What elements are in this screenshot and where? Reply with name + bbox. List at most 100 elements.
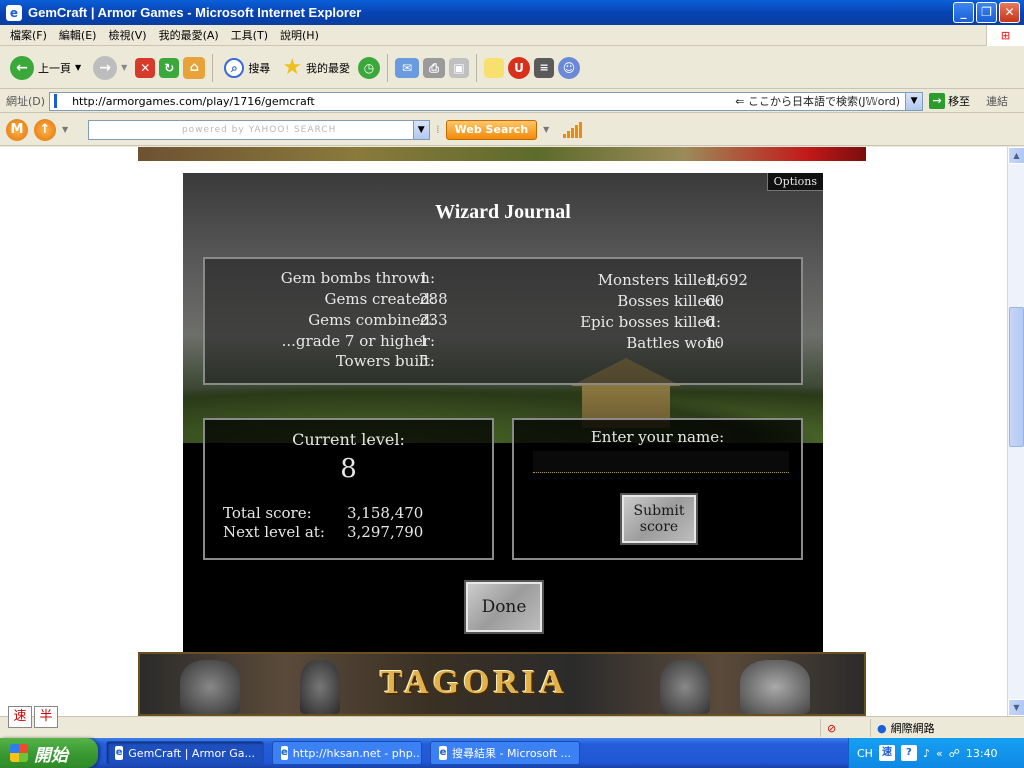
messenger-icon[interactable]: U: [508, 56, 531, 79]
refresh-icon[interactable]: ↻: [159, 57, 180, 78]
go-label: 移至: [948, 95, 971, 108]
taskbar-item-search[interactable]: e 搜尋結果 - Microsoft ...: [430, 741, 580, 765]
scrollbar-thumb[interactable]: [1009, 307, 1024, 447]
globe-icon: ●: [877, 721, 887, 735]
chevron-down-icon[interactable]: ▼: [413, 120, 430, 139]
expand-tray-icon[interactable]: «: [936, 747, 943, 760]
restore-button[interactable]: ❐: [976, 2, 997, 23]
edit-icon[interactable]: ▣: [449, 57, 470, 78]
submit-score-button[interactable]: Submit score: [620, 493, 698, 545]
language-indicator[interactable]: CH: [857, 747, 873, 760]
yahoo-toolbar: M ↑ ▼ powered by YAHOO! SEARCH ▼ ⁞ Web S…: [0, 114, 1024, 146]
ime-quick-icon[interactable]: 速: [8, 706, 32, 728]
menu-favorites[interactable]: 我的最愛(A): [153, 27, 225, 43]
web-search-button[interactable]: Web Search: [445, 119, 538, 140]
address-input[interactable]: http://armorgames.com/play/1716/gemcraft…: [49, 91, 924, 111]
vertical-scrollbar[interactable]: ▲ ▼: [1007, 147, 1024, 716]
system-tray: CH 速 ? ♪ « ☍ 13:40: [848, 738, 1024, 768]
go-arrow-icon: →: [929, 93, 946, 109]
ime-indicator[interactable]: 速 半: [8, 706, 58, 728]
tagoria-ad-banner[interactable]: TAGORIA: [138, 652, 866, 716]
address-bar: 網址(D) http://armorgames.com/play/1716/ge…: [0, 90, 1024, 113]
top-ad-banner[interactable]: [138, 147, 866, 161]
next-level-row: Next level at: 3,297,790: [223, 523, 423, 541]
signal-bars-icon[interactable]: [563, 121, 583, 138]
menu-help[interactable]: 說明(H): [274, 27, 325, 43]
knight-helmet-icon: [300, 660, 340, 714]
chevron-down-icon[interactable]: ▼: [121, 63, 127, 72]
forward-arrow-icon: →: [93, 55, 118, 80]
menu-tools[interactable]: 工具(T): [225, 27, 274, 43]
minimize-button[interactable]: _: [953, 2, 974, 23]
taskbar-item-label: http://hksan.net - php...: [292, 746, 422, 760]
people-icon[interactable]: ☺: [558, 56, 581, 79]
start-button[interactable]: 開始: [0, 738, 98, 768]
taskbar-item-gemcraft[interactable]: e GemCraft | Armor Ga...: [106, 741, 264, 765]
ie-icon: e: [281, 746, 288, 760]
game-canvas[interactable]: Options Wizard Journal Gem bombs thrown:…: [183, 173, 823, 653]
status-bar: ⊘ ● 網際網路: [0, 716, 1024, 738]
status-cell: ⊘: [820, 719, 870, 737]
home-icon[interactable]: ⌂: [183, 56, 206, 79]
popup-blocked-icon[interactable]: ⊘: [827, 722, 836, 735]
name-panel: Enter your name: Submit score: [512, 418, 803, 560]
research-icon[interactable]: ≡: [534, 57, 555, 78]
chevron-down-icon[interactable]: ▼: [62, 125, 68, 134]
ie-icon: e: [115, 746, 124, 760]
submit-label: Submit: [633, 503, 685, 519]
done-button[interactable]: Done: [464, 580, 544, 634]
volume-icon[interactable]: ♪: [923, 747, 930, 760]
network-icon[interactable]: ☍: [949, 747, 960, 760]
stop-icon[interactable]: ✕: [135, 57, 156, 78]
links-button[interactable]: 連結: [986, 93, 1008, 109]
window-title-bar[interactable]: e GemCraft | Armor Games - Microsoft Int…: [0, 0, 1024, 25]
close-button[interactable]: ✕: [999, 2, 1020, 23]
yahoo-search-input[interactable]: powered by YAHOO! SEARCH ▼: [88, 119, 431, 140]
back-button[interactable]: ← 上一頁 ▼: [6, 51, 85, 85]
current-level-label: Current level:: [292, 430, 405, 449]
note-icon[interactable]: [484, 57, 505, 78]
chevron-down-icon[interactable]: ▼: [75, 63, 81, 72]
favorites-button[interactable]: ★ 我的最愛: [278, 51, 354, 85]
menu-file[interactable]: 檔案(F): [4, 27, 53, 43]
next-level-label: Next level at:: [223, 523, 325, 541]
chevron-down-icon[interactable]: ▼: [543, 125, 549, 134]
total-score-label: Total score:: [223, 504, 312, 522]
menu-bar: 檔案(F) 編輯(E) 檢視(V) 我的最愛(A) 工具(T) 說明(H) ⊞: [0, 25, 1024, 46]
history-icon[interactable]: ◷: [358, 56, 381, 79]
drag-handle-icon[interactable]: ⁞: [436, 123, 440, 136]
total-score-row: Total score: 3,158,470: [223, 504, 423, 522]
up-arrow-icon[interactable]: ↑: [34, 118, 56, 141]
name-input[interactable]: [533, 451, 789, 473]
ime-half-icon[interactable]: 半: [34, 706, 58, 728]
stat-label: Gem bombs thrown:: [280, 269, 435, 287]
taskbar-item-label: 搜尋結果 - Microsoft ...: [451, 747, 571, 760]
taskbar: 開始 e GemCraft | Armor Ga... e http://hks…: [0, 738, 1024, 768]
toolbar-separator: [212, 53, 214, 82]
chevron-down-icon[interactable]: ▼: [905, 92, 923, 110]
go-button[interactable]: → 移至: [929, 93, 970, 109]
address-url: http://armorgames.com/play/1716/gemcraft: [72, 94, 315, 108]
ie-icon: e: [439, 746, 447, 760]
taskbar-item-hksan[interactable]: e http://hksan.net - php...: [272, 741, 422, 765]
stat-label: Gems combined:: [308, 311, 435, 329]
search-button[interactable]: ⌕ 搜尋: [220, 51, 274, 85]
menu-view[interactable]: 檢視(V): [102, 27, 152, 43]
messenger-m-icon[interactable]: M: [6, 118, 28, 141]
scroll-up-arrow-icon[interactable]: ▲: [1008, 147, 1024, 164]
options-button[interactable]: Options: [766, 173, 823, 191]
menu-edit[interactable]: 編輯(E): [53, 27, 103, 43]
ime-tray-icon[interactable]: 速: [878, 745, 895, 761]
stat-label: Monsters killed:: [597, 271, 721, 289]
help-icon[interactable]: ?: [900, 745, 917, 761]
tagoria-logo: TAGORIA: [380, 664, 568, 701]
current-level-value: 8: [340, 454, 357, 484]
windows-flag-icon: [10, 744, 28, 762]
level-panel: Current level: 8 Total score: 3,158,470 …: [203, 418, 494, 560]
scroll-down-arrow-icon[interactable]: ▼: [1008, 699, 1024, 716]
forward-button[interactable]: → ▼: [89, 51, 131, 85]
windows-logo-icon: ⊞: [986, 25, 1024, 46]
mail-icon[interactable]: ✉: [395, 57, 420, 78]
journal-title: Wizard Journal: [435, 201, 571, 223]
print-icon[interactable]: ⎙: [423, 57, 446, 78]
